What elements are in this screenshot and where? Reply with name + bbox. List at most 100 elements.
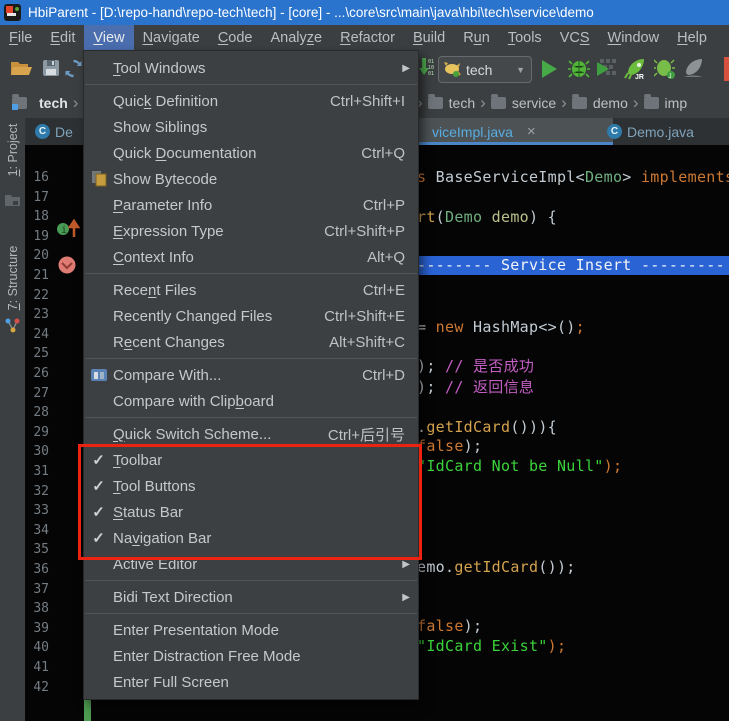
menu-item-compare-with-clipboard[interactable]: Compare with Clipboard	[84, 388, 418, 414]
menu-item-recent-files[interactable]: Recent FilesCtrl+E	[84, 277, 418, 303]
line-number: 36	[25, 560, 49, 579]
shortcut-label: Ctrl+D	[362, 367, 405, 384]
menu-item-quick-documentation[interactable]: Quick DocumentationCtrl+Q	[84, 140, 418, 166]
run-configuration-select[interactable]: tech ▼	[438, 56, 532, 83]
menu-separator	[85, 84, 417, 85]
breadcrumb-item-imp[interactable]: imp	[644, 95, 688, 111]
menubar-item-file[interactable]: File	[0, 25, 41, 50]
open-folder-icon[interactable]	[10, 58, 33, 78]
tool-window-stripe	[0, 118, 26, 721]
menubar-item-build[interactable]: Build	[404, 25, 454, 50]
menubar-item-refactor[interactable]: Refactor	[331, 25, 404, 50]
line-number: 38	[25, 599, 49, 618]
shortcut-label: Ctrl+Shift+E	[324, 308, 405, 325]
shortcut-label: Ctrl+Shift+I	[330, 93, 405, 110]
sidebar-item-project[interactable]: 1: Project	[6, 124, 20, 177]
menubar-item-code[interactable]: Code	[209, 25, 262, 50]
module-folder-icon	[12, 97, 27, 109]
code-line: ); // 返回信息	[417, 378, 534, 397]
line-number: 24	[25, 325, 49, 344]
tab-partial[interactable]: C De	[25, 118, 83, 145]
tab-demo-java[interactable]: C Demo.java	[597, 118, 704, 145]
menu-item-tool-windows[interactable]: Tool Windows▶	[84, 55, 418, 81]
menu-item-quick-definition[interactable]: Quick DefinitionCtrl+Shift+I	[84, 88, 418, 114]
run-with-jrebel-button[interactable]: JR	[624, 57, 648, 81]
menu-separator	[85, 580, 417, 581]
menubar-item-help[interactable]: Help	[668, 25, 716, 50]
line-number: 18	[25, 207, 49, 226]
line-number: 21	[25, 266, 49, 285]
check-marker-icon[interactable]	[58, 256, 76, 274]
compare-icon	[84, 367, 113, 383]
line-number: 17	[25, 188, 49, 207]
menubar-item-edit[interactable]: Edit	[41, 25, 84, 50]
menubar-item-window[interactable]: Window	[599, 25, 669, 50]
line-number: 42	[25, 678, 49, 697]
debug-button[interactable]	[568, 58, 590, 79]
folder-icon	[644, 97, 659, 109]
code-line: .getIdCard())){	[417, 418, 557, 437]
run-configuration-label: tech	[466, 62, 492, 78]
menu-item-compare-with[interactable]: Compare With...Ctrl+D	[84, 362, 418, 388]
code-line: s BaseServiceImpl<Demo> implements	[417, 168, 729, 187]
menubar-item-vcs[interactable]: VCS	[551, 25, 599, 50]
menubar-item-view[interactable]: View	[84, 25, 133, 50]
menu-item-expression-type[interactable]: Expression TypeCtrl+Shift+P	[84, 218, 418, 244]
line-number: 27	[25, 384, 49, 403]
update-project-icon[interactable]: 011001	[418, 57, 435, 79]
menubar-item-run[interactable]: Run	[454, 25, 499, 50]
sync-icon[interactable]	[64, 59, 83, 78]
submenu-arrow-icon: ▶	[402, 592, 410, 603]
folder-icon	[428, 97, 443, 109]
line-number: 37	[25, 580, 49, 599]
code-line: rt(Demo demo) {	[417, 208, 557, 227]
breadcrumb-root[interactable]: tech	[39, 95, 68, 111]
breadcrumb-item-demo[interactable]: demo	[572, 95, 628, 111]
app-logo-icon	[4, 4, 21, 21]
run-with-coverage-button[interactable]	[596, 58, 616, 79]
menu-item-show-bytecode[interactable]: Show Bytecode	[84, 166, 418, 192]
tab-label: Demo.java	[627, 124, 694, 140]
breadcrumb-item-tech[interactable]: tech	[428, 95, 475, 111]
menu-item-recently-changed-files[interactable]: Recently Changed FilesCtrl+Shift+E	[84, 303, 418, 329]
shortcut-label: Ctrl+P	[363, 197, 405, 214]
menu-item-context-info[interactable]: Context InfoAlt+Q	[84, 244, 418, 270]
menu-item-show-siblings[interactable]: Show Siblings	[84, 114, 418, 140]
menu-item-bidi-text-direction[interactable]: Bidi Text Direction▶	[84, 584, 418, 610]
submenu-arrow-icon: ▶	[402, 63, 410, 74]
menu-item-enter-full-screen[interactable]: Enter Full Screen	[84, 669, 418, 695]
breadcrumb-item-service[interactable]: service	[491, 95, 556, 111]
shortcut-label: Alt+Shift+C	[329, 334, 405, 351]
menu-item-enter-presentation-mode[interactable]: Enter Presentation Mode	[84, 617, 418, 643]
menubar-item-analyze[interactable]: Analyze	[262, 25, 332, 50]
view-menu-popup: Tool Windows▶ Quick DefinitionCtrl+Shift+…	[83, 50, 419, 700]
menubar-item-tools[interactable]: Tools	[499, 25, 551, 50]
menubar-item-navigate[interactable]: Navigate	[134, 25, 209, 50]
jrebel-disabled-icon	[682, 57, 706, 81]
chevron-right-icon: ›	[73, 93, 79, 113]
svg-text:JR: JR	[635, 74, 644, 81]
sidebar-item-structure[interactable]: 7: Structure	[6, 246, 20, 311]
save-icon[interactable]	[42, 59, 60, 77]
line-number: 39	[25, 619, 49, 638]
submenu-arrow-icon: ▶	[402, 559, 410, 570]
code-line: = new HashMap<>();	[417, 318, 585, 337]
implement-marker-icon[interactable]: i	[56, 218, 80, 238]
menu-separator	[85, 613, 417, 614]
line-number: 40	[25, 638, 49, 657]
structure-icon	[4, 318, 21, 334]
close-icon[interactable]: ×	[527, 123, 536, 140]
menu-item-parameter-info[interactable]: Parameter InfoCtrl+P	[84, 192, 418, 218]
tab-active-serviceimpl[interactable]: viceImpl.java ×	[410, 118, 613, 145]
menu-item-recent-changes[interactable]: Recent ChangesAlt+Shift+C	[84, 329, 418, 355]
line-number: 26	[25, 364, 49, 383]
clipped-toolbar-icon	[724, 57, 729, 81]
bytecode-icon	[84, 171, 113, 187]
debug-with-jrebel-button[interactable]: J	[654, 58, 677, 80]
title-bar: HbiParent - [D:\repo-hand\repo-tech\tech…	[0, 0, 729, 25]
run-button[interactable]	[540, 59, 558, 79]
code-line: false);	[417, 617, 482, 636]
line-number: 28	[25, 403, 49, 422]
project-folder-icon	[5, 193, 20, 206]
menu-item-enter-distraction-free-mode[interactable]: Enter Distraction Free Mode	[84, 643, 418, 669]
